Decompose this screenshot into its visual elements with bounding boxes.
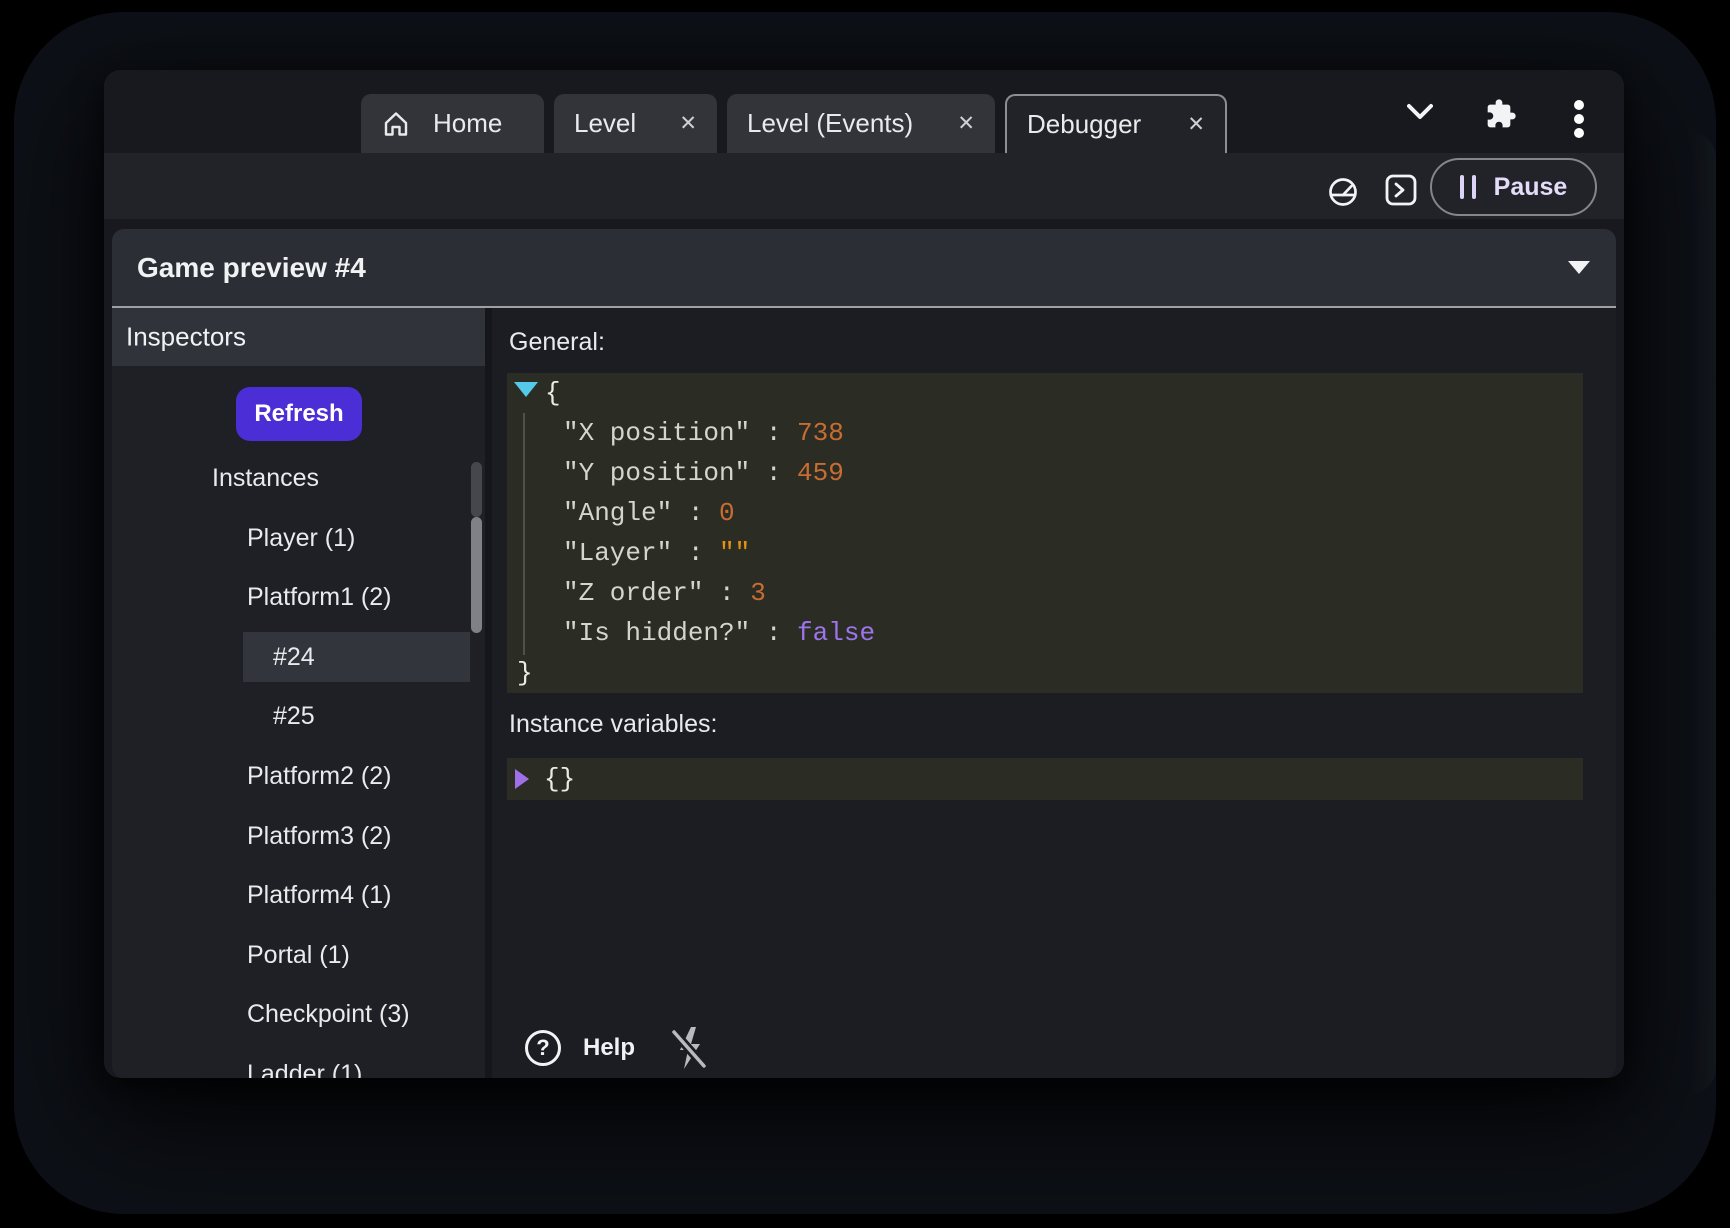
kebab-menu-icon[interactable] bbox=[1574, 100, 1584, 138]
tab-label: Level bbox=[574, 108, 636, 139]
tab-label: Home bbox=[433, 108, 502, 139]
json-property: "Z order" : 3 bbox=[507, 573, 1583, 613]
tree-item-portal-1-[interactable]: Portal (1) bbox=[112, 925, 485, 985]
collapse-triangle-icon[interactable] bbox=[514, 382, 538, 397]
json-property: "Is hidden?" : false bbox=[507, 613, 1583, 653]
json-property: "X position" : 738 bbox=[507, 413, 1583, 453]
json-key: "X position" : bbox=[563, 418, 797, 448]
console-icon[interactable] bbox=[1385, 174, 1417, 206]
tree-item-label: Platform2 (2) bbox=[247, 762, 391, 790]
help-icon[interactable]: ? bbox=[525, 1030, 561, 1066]
tree-item-player-1-[interactable]: Player (1) bbox=[112, 508, 485, 568]
json-value: 3 bbox=[750, 578, 766, 608]
tree-item-label: Instances bbox=[212, 464, 319, 492]
general-section-label: General: bbox=[509, 328, 605, 357]
tab-home[interactable]: Home bbox=[361, 94, 544, 153]
tab-label: Level (Events) bbox=[747, 108, 913, 139]
close-tab-icon[interactable]: ✕ bbox=[957, 113, 975, 134]
json-property: "Y position" : 459 bbox=[507, 453, 1583, 493]
inspectors-header-label: Inspectors bbox=[126, 322, 246, 353]
json-key: "Is hidden?" : bbox=[563, 618, 797, 648]
json-property: "Layer" : "" bbox=[507, 533, 1583, 573]
tree-item-label: Platform3 (2) bbox=[247, 822, 391, 850]
debugger-toolbar: Pause bbox=[104, 153, 1624, 219]
tree-item--24[interactable]: #24 bbox=[112, 627, 485, 687]
flash-off-icon[interactable] bbox=[665, 1024, 711, 1072]
tree-item-label: Platform1 (2) bbox=[247, 583, 391, 611]
close-tab-icon[interactable]: ✕ bbox=[1187, 114, 1205, 135]
refresh-button[interactable]: Refresh bbox=[236, 387, 362, 441]
inspector-detail-panel: General: { "X position" : 738"Y position… bbox=[492, 308, 1616, 1078]
json-open-brace: { bbox=[507, 373, 1583, 413]
tab-debugger[interactable]: Debugger ✕ bbox=[1005, 94, 1227, 153]
tree-item-label: Player (1) bbox=[247, 524, 355, 552]
sidebar-scrollbar-track bbox=[471, 462, 482, 517]
title-bar: Home Level ✕ Level (Events) ✕ Debugger ✕ bbox=[104, 70, 1624, 153]
json-value: 738 bbox=[797, 418, 844, 448]
help-row: ? Help bbox=[525, 1024, 711, 1072]
indent-guide bbox=[523, 413, 525, 655]
tree-item-platform4-1-[interactable]: Platform4 (1) bbox=[112, 865, 485, 925]
inspectors-sidebar: Instances Player (1) Platform1 (2) #24 #25 Pl… bbox=[112, 308, 485, 1078]
chevron-down-icon[interactable] bbox=[1407, 103, 1433, 121]
close-tab-icon[interactable]: ✕ bbox=[679, 113, 697, 134]
pause-icon bbox=[1460, 175, 1476, 199]
chevron-down-icon[interactable] bbox=[1568, 261, 1590, 274]
tree-item-label: #25 bbox=[273, 702, 315, 730]
tree-item--25[interactable]: #25 bbox=[112, 686, 485, 746]
help-label[interactable]: Help bbox=[583, 1034, 635, 1062]
instance-variables-viewer: {} bbox=[507, 758, 1583, 800]
tree-item-label: Checkpoint (3) bbox=[247, 1000, 410, 1028]
json-property: "Angle" : 0 bbox=[507, 493, 1583, 533]
tree-item-instances[interactable]: Instances bbox=[112, 448, 485, 508]
expand-triangle-icon[interactable] bbox=[515, 769, 529, 789]
tab-label: Debugger bbox=[1027, 109, 1141, 140]
tree-item-platform2-2-[interactable]: Platform2 (2) bbox=[112, 746, 485, 806]
game-preview-header[interactable]: Game preview #4 bbox=[112, 229, 1616, 306]
pause-button[interactable]: Pause bbox=[1430, 158, 1597, 216]
json-key: "Z order" : bbox=[563, 578, 750, 608]
instance-variables-value: {} bbox=[544, 759, 575, 799]
tab-level-events-[interactable]: Level (Events) ✕ bbox=[727, 94, 995, 153]
instance-variables-label: Instance variables: bbox=[509, 710, 717, 739]
tree-item-platform3-2-[interactable]: Platform3 (2) bbox=[112, 806, 485, 866]
tree-item-label: Ladder (1) bbox=[247, 1060, 362, 1078]
json-key: "Layer" : bbox=[563, 538, 719, 568]
inspectors-header: Inspectors bbox=[112, 308, 485, 366]
json-properties: "X position" : 738"Y position" : 459"Ang… bbox=[507, 413, 1583, 653]
tree-item-label: Portal (1) bbox=[247, 941, 350, 969]
json-value: "" bbox=[719, 538, 750, 568]
tree-item-label: Platform4 (1) bbox=[247, 881, 391, 909]
sidebar-scrollbar-thumb[interactable] bbox=[471, 517, 482, 633]
json-close-brace: } bbox=[507, 653, 1583, 693]
panel-divider bbox=[485, 308, 492, 1078]
app-window: HomeLevel✕Level (Events)✕Debugger✕ Paus bbox=[104, 70, 1624, 1078]
json-value: 0 bbox=[719, 498, 735, 528]
tree-item-platform1-2-[interactable]: Platform1 (2) bbox=[112, 567, 485, 627]
profiler-gauge-icon[interactable] bbox=[1327, 176, 1359, 208]
json-key: "Angle" : bbox=[563, 498, 719, 528]
tab-strip: Home Level ✕ Level (Events) ✕ Debugger ✕ bbox=[361, 94, 1227, 153]
tab-level[interactable]: Level ✕ bbox=[554, 94, 717, 153]
json-value: false bbox=[797, 618, 875, 648]
json-key: "Y position" : bbox=[563, 458, 797, 488]
json-value: 459 bbox=[797, 458, 844, 488]
home-icon bbox=[381, 109, 411, 139]
extensions-puzzle-icon[interactable] bbox=[1485, 98, 1517, 130]
tree-item-checkpoint-3-[interactable]: Checkpoint (3) bbox=[112, 984, 485, 1044]
tree-item-ladder-1-[interactable]: Ladder (1) bbox=[112, 1044, 485, 1078]
pause-button-label: Pause bbox=[1494, 173, 1568, 202]
game-preview-title: Game preview #4 bbox=[137, 252, 366, 284]
general-json-viewer: { "X position" : 738"Y position" : 459"A… bbox=[507, 373, 1583, 693]
backdrop-edge-glow bbox=[1690, 132, 1716, 1094]
game-preview-card: Game preview #4 Instances Player (1) Platf… bbox=[112, 229, 1616, 1078]
tree-item-label: #24 bbox=[273, 643, 315, 671]
